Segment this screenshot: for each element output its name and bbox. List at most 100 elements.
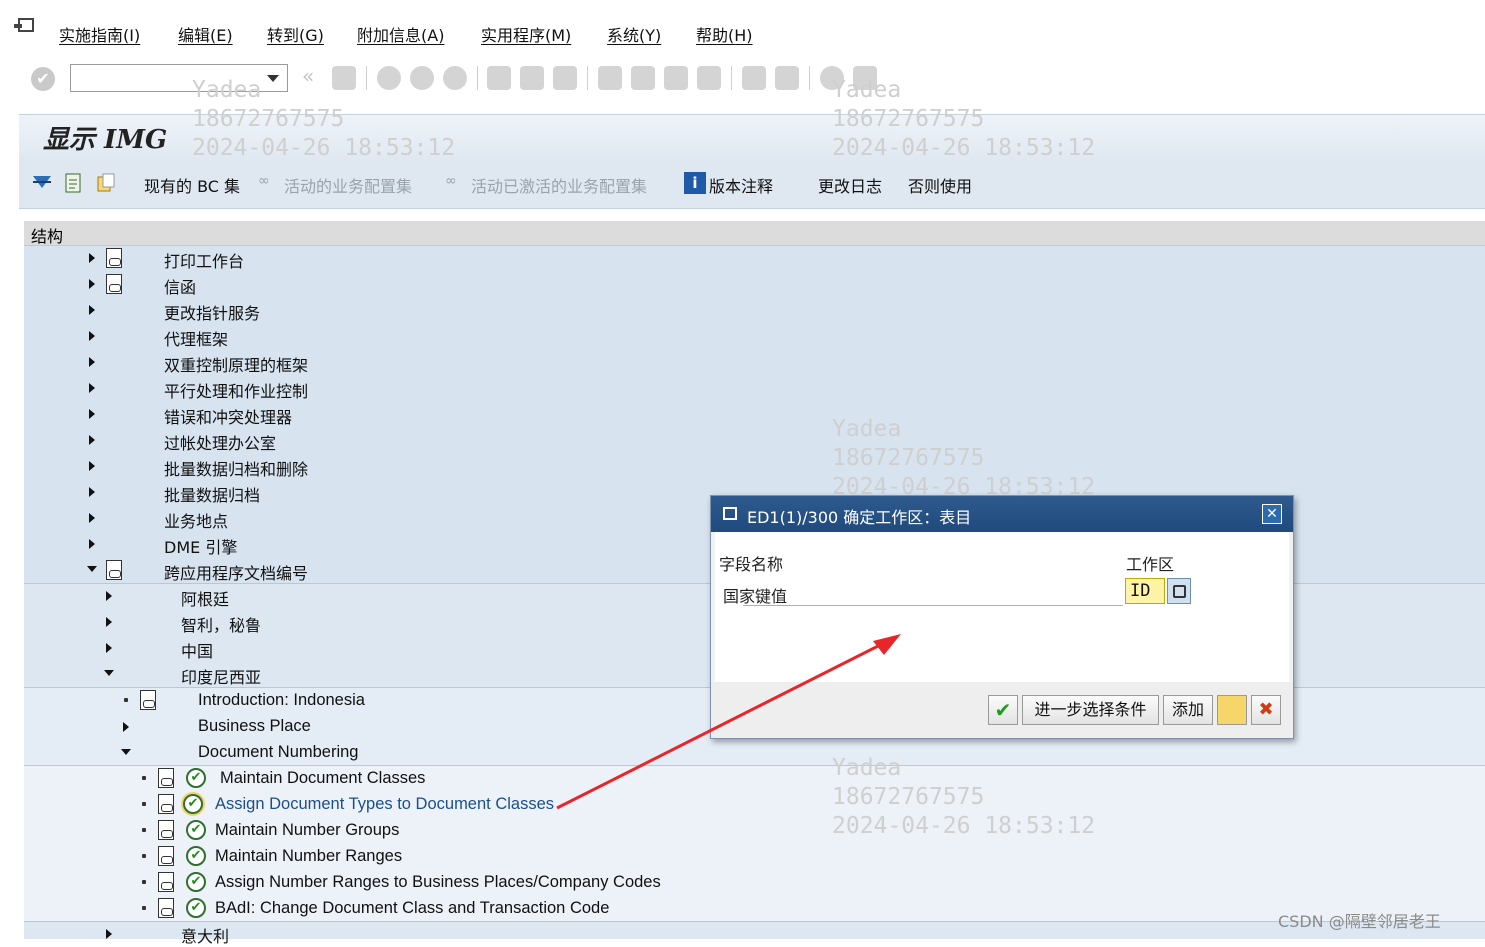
tree-node-selected[interactable]: Assign Document Types to Document Classe…	[215, 795, 554, 814]
tree-node[interactable]: 过帐处理办公室	[164, 430, 276, 454]
tree-node[interactable]: Introduction: Indonesia	[198, 691, 365, 710]
last-page-icon[interactable]	[697, 66, 721, 90]
exit-icon[interactable]	[410, 66, 434, 90]
menu-utilities[interactable]: 实用程序(M)	[481, 22, 571, 46]
tree-node[interactable]: 双重控制原理的框架	[164, 352, 308, 376]
where-used-button[interactable]: 否则使用	[908, 173, 972, 197]
expand-icon[interactable]	[89, 461, 95, 471]
first-page-icon[interactable]	[598, 66, 622, 90]
expand-icon[interactable]	[89, 513, 95, 523]
documentation-icon[interactable]	[106, 274, 122, 294]
tree-node[interactable]: 信函	[164, 274, 196, 298]
enter-icon[interactable]: ✔	[31, 67, 55, 91]
create-entry-icon[interactable]	[1217, 695, 1247, 725]
tree-node[interactable]: DME 引擎	[164, 534, 237, 558]
close-icon[interactable]: ✕	[1262, 504, 1282, 524]
tree-node[interactable]: 更改指针服务	[164, 300, 260, 324]
expand-icon[interactable]	[106, 591, 112, 601]
active-bc-sets-button[interactable]: 活动的业务配置集	[284, 173, 412, 197]
menu-implementation-guide[interactable]: 实施指南(I)	[59, 22, 140, 46]
execute-activity-icon[interactable]: ✔	[183, 794, 203, 814]
expand-icon[interactable]	[89, 435, 95, 445]
expand-all-icon[interactable]	[31, 172, 53, 194]
documentation-icon[interactable]	[158, 794, 174, 814]
tree-node[interactable]: Maintain Document Classes	[220, 769, 425, 788]
tree-node[interactable]: 跨应用程序文档编号	[164, 560, 308, 584]
tree-node[interactable]: 错误和冲突处理器	[164, 404, 292, 428]
previous-page-icon[interactable]	[631, 66, 655, 90]
continue-button[interactable]: ✔	[988, 695, 1018, 725]
subtree-icon[interactable]	[62, 172, 84, 194]
expand-icon[interactable]	[123, 722, 129, 732]
tree-node[interactable]: 印度尼西亚	[181, 664, 261, 688]
menu-system[interactable]: 系统(Y)	[607, 22, 661, 46]
work-area-input[interactable]: ID	[1125, 578, 1165, 604]
bc-sets-button[interactable]: 现有的 BC 集	[144, 173, 240, 197]
expand-icon[interactable]	[106, 929, 112, 939]
menu-goto[interactable]: 转到(G)	[267, 22, 324, 46]
system-menu-icon[interactable]	[14, 18, 34, 32]
find-next-icon[interactable]	[553, 66, 577, 90]
collapse-icon[interactable]	[104, 670, 114, 676]
collapse-icon[interactable]	[87, 566, 97, 572]
documentation-icon[interactable]	[140, 690, 156, 710]
documentation-icon[interactable]	[158, 820, 174, 840]
execute-activity-icon[interactable]: ✔	[186, 872, 206, 892]
tree-node[interactable]: 批量数据归档	[164, 482, 260, 506]
menu-help[interactable]: 帮助(H)	[696, 22, 753, 46]
save-icon[interactable]	[332, 66, 356, 90]
tree-node[interactable]: 意大利	[181, 923, 229, 947]
tree-node[interactable]: 平行处理和作业控制	[164, 378, 308, 402]
tree-node[interactable]: Maintain Number Ranges	[215, 847, 402, 866]
new-session-icon[interactable]	[742, 66, 766, 90]
expand-icon[interactable]	[89, 331, 95, 341]
cancel-button[interactable]: ✖	[1251, 695, 1281, 725]
menu-extras[interactable]: 附加信息(A)	[357, 22, 444, 46]
chevron-down-icon[interactable]	[267, 75, 279, 82]
execute-activity-icon[interactable]: ✔	[186, 820, 206, 840]
execute-activity-icon[interactable]: ✔	[186, 768, 206, 788]
expand-icon[interactable]	[89, 253, 95, 263]
find-icon[interactable]	[520, 66, 544, 90]
execute-activity-icon[interactable]: ✔	[186, 898, 206, 918]
tree-node[interactable]: Business Place	[198, 717, 311, 736]
documentation-icon[interactable]	[158, 768, 174, 788]
expand-icon[interactable]	[89, 487, 95, 497]
tree-node[interactable]: BAdI: Change Document Class and Transact…	[215, 899, 609, 918]
activated-bc-sets-button[interactable]: 活动已激活的业务配置集	[471, 173, 647, 197]
change-log-button[interactable]: 更改日志	[818, 173, 882, 197]
cancel-icon[interactable]	[443, 66, 467, 90]
tree-node[interactable]: 业务地点	[164, 508, 228, 532]
tree-node[interactable]: 智利，秘鲁	[181, 612, 261, 636]
add-button[interactable]: 添加	[1163, 695, 1213, 725]
tree-node[interactable]: Document Numbering	[198, 743, 359, 762]
tree-node[interactable]: 打印工作台	[164, 248, 244, 272]
expand-icon[interactable]	[106, 617, 112, 627]
expand-icon[interactable]	[106, 643, 112, 653]
expand-icon[interactable]	[89, 539, 95, 549]
tree-node[interactable]: 阿根廷	[181, 586, 229, 610]
documentation-icon[interactable]	[158, 898, 174, 918]
documentation-icon[interactable]	[158, 872, 174, 892]
documentation-icon[interactable]	[106, 560, 122, 580]
expand-icon[interactable]	[89, 305, 95, 315]
tree-node[interactable]: Maintain Number Groups	[215, 821, 399, 840]
next-page-icon[interactable]	[664, 66, 688, 90]
copy-icon[interactable]	[95, 172, 117, 194]
tree-node[interactable]: 批量数据归档和删除	[164, 456, 308, 480]
release-notes-button[interactable]: 版本注释	[709, 173, 773, 197]
execute-activity-icon[interactable]: ✔	[186, 846, 206, 866]
print-icon[interactable]	[487, 66, 511, 90]
expand-icon[interactable]	[89, 357, 95, 367]
expand-icon[interactable]	[89, 279, 95, 289]
collapse-icon[interactable]: «	[302, 64, 314, 88]
collapse-icon[interactable]	[121, 749, 131, 755]
documentation-icon[interactable]	[158, 846, 174, 866]
tree-node[interactable]: Assign Number Ranges to Business Places/…	[215, 873, 661, 892]
expand-icon[interactable]	[89, 383, 95, 393]
shortcut-icon[interactable]	[775, 66, 799, 90]
help-icon[interactable]	[820, 66, 844, 90]
command-field[interactable]	[70, 64, 288, 92]
value-help-icon[interactable]	[1167, 578, 1191, 604]
documentation-icon[interactable]	[106, 248, 122, 268]
